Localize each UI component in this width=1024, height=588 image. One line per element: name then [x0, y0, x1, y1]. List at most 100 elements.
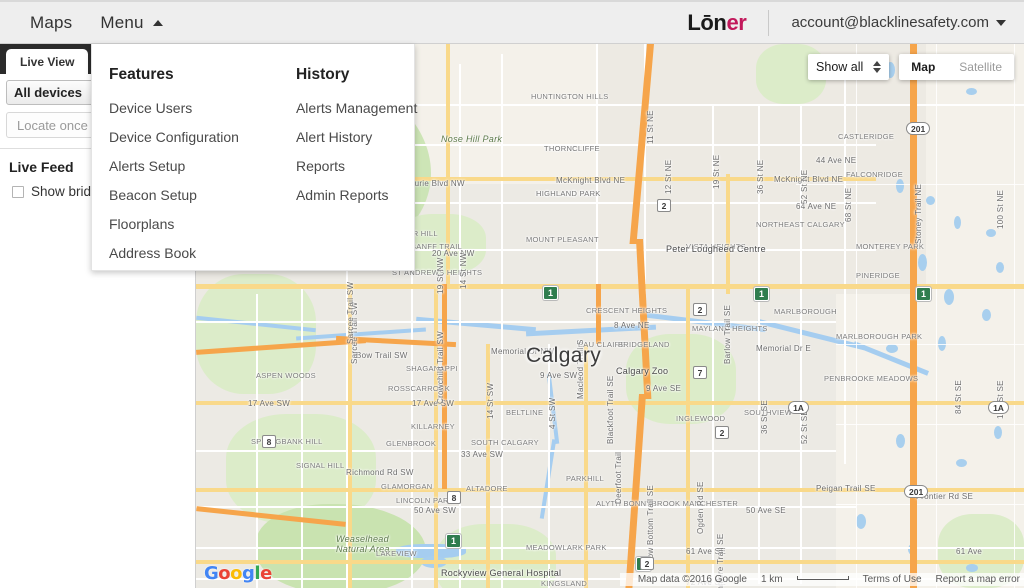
map-street-label-5: 9 Ave SE — [646, 384, 682, 393]
nav-menu-label: Menu — [100, 12, 144, 32]
map-rotated-label-10: 19 St NW — [436, 257, 445, 294]
pond-8 — [918, 254, 927, 271]
highway-1-trans-canada — [196, 284, 1024, 289]
menu-item-device-configuration[interactable]: Device Configuration — [109, 129, 239, 145]
tab-live-view[interactable]: Live View — [6, 49, 89, 74]
pond-11 — [886, 344, 898, 353]
map-rotated-label-9: 4 St SW — [548, 397, 557, 429]
map-neighbourhood-label-37: Mount Pleasant — [526, 235, 599, 244]
menu-item-alerts-setup[interactable]: Alerts Setup — [109, 158, 239, 174]
map-poi-label-0: Peter Lougheed Centre — [666, 244, 766, 254]
menu-item-reports[interactable]: Reports — [296, 158, 417, 174]
map-rotated-label-4: Blackfoot Trail SE — [606, 375, 615, 444]
highway-shield-1-3: 1 — [446, 534, 461, 548]
map-neighbourhood-label-11: Crescent Heights — [586, 306, 668, 315]
map-rotated-label-16: 68 St NE — [844, 187, 853, 222]
pond-13 — [982, 309, 991, 321]
highway-shield-1A-9: 1A — [988, 401, 1009, 414]
menu-heading-history: History — [295, 66, 350, 83]
map-rotated-label-12: 12 St NE — [664, 159, 673, 194]
road-14st-sw — [486, 344, 490, 588]
attribution-report[interactable]: Report a map error — [936, 574, 1020, 585]
street-v-6 — [596, 44, 598, 294]
map-rotated-label-18: 36 St SE — [760, 400, 769, 434]
street-h-5 — [196, 321, 836, 323]
grid-h-3 — [836, 344, 1024, 345]
map-type-map[interactable]: Map — [899, 54, 947, 80]
header-right-group: Lōn er account@blacklinesafety.com — [687, 1, 1024, 45]
map-street-label-21: Richmond Rd SW — [346, 468, 414, 477]
map-rotated-label-13: 19 St NE — [712, 154, 721, 189]
menu-column-history: History Alerts Management Alert History … — [239, 66, 417, 270]
pond-5 — [926, 196, 935, 205]
map-street-label-20: 61 Ave — [956, 547, 983, 556]
street-h-6 — [196, 450, 836, 452]
map-controls[interactable]: Show all Map Satellite — [808, 54, 1014, 80]
pond-15 — [956, 459, 967, 467]
map-neighbourhood-label-33: Kingsland — [541, 579, 588, 588]
pond-7 — [986, 229, 996, 237]
show-all-dropdown[interactable]: Show all — [808, 54, 890, 80]
map-neighbourhood-label-30: Signal Hill — [296, 461, 345, 470]
account-menu[interactable]: account@blacklinesafety.com — [791, 14, 1024, 31]
menu-item-floorplans[interactable]: Floorplans — [109, 216, 239, 232]
attribution-terms[interactable]: Terms of Use — [863, 574, 922, 585]
street-h-8 — [196, 547, 1024, 549]
logo-accent: er — [726, 9, 747, 35]
grid-v-2 — [936, 44, 937, 588]
menu-item-beacon-setup[interactable]: Beacon Setup — [109, 187, 239, 203]
menu-item-alert-history[interactable]: Alert History — [296, 129, 417, 145]
spinner-icon[interactable] — [873, 61, 882, 73]
map-neighbourhood-label-8: Marlborough — [774, 307, 837, 316]
map-rotated-label-0: Crowchild Trail SW — [436, 331, 445, 404]
map-neighbourhood-label-23: Lincoln Park — [396, 496, 455, 505]
map-neighbourhood-label-3: Northeast Calgary — [756, 220, 845, 229]
street-h-2 — [396, 144, 876, 146]
grid-v-3 — [1014, 44, 1015, 588]
attribution-scale: 1 km — [760, 574, 783, 585]
map-neighbourhood-label-16: Inglewood — [676, 414, 726, 423]
map-street-label-6: 8 Ave NE — [614, 321, 650, 330]
map-rotated-label-20: 84 St SE — [954, 380, 963, 414]
nav-maps[interactable]: Maps — [16, 1, 86, 45]
map-rotated-label-14: 36 St NE — [756, 159, 765, 194]
map-neighbourhood-label-32: Meadowlark Park — [526, 543, 607, 552]
google-logo-o2: o — [230, 563, 243, 584]
grid-h-4 — [836, 424, 1024, 425]
logo-main: Lōn — [687, 9, 727, 35]
account-email: account@blacklinesafety.com — [791, 14, 989, 31]
road-peigan-glenmore — [196, 488, 1024, 492]
map-neighbourhood-label-24: Glamorgan — [381, 482, 433, 491]
highway-shield-2-11: 2 — [693, 303, 707, 316]
map-type-satellite[interactable]: Satellite — [947, 54, 1014, 80]
show-bridges-checkbox[interactable] — [12, 185, 24, 198]
map-street-label-11: 33 Ave SW — [461, 450, 504, 459]
map-rotated-label-15: 52 St NE — [800, 169, 809, 204]
highway-shield-2-13: 2 — [640, 557, 654, 570]
road-barlow — [686, 284, 690, 588]
pond-14 — [896, 434, 905, 448]
map-type-toggle[interactable]: Map Satellite — [899, 54, 1014, 80]
map-park-label-0: Nose Hill Park — [441, 134, 503, 144]
map-neighbourhood-label-40: Highland Park — [536, 189, 601, 198]
menu-item-device-users[interactable]: Device Users — [109, 100, 239, 116]
menu-item-admin-reports[interactable]: Admin Reports — [296, 187, 417, 203]
map-attribution: Map data ©2016 Google 1 km Terms of Use … — [619, 573, 1024, 586]
pond-17 — [856, 514, 866, 529]
map-neighbourhood-label-18: South Calgary — [471, 438, 539, 447]
map-street-label-17: 50 Ave SE — [746, 506, 786, 515]
map-street-label-10: 50 Ave SW — [414, 506, 457, 515]
map-poi-label-1: Calgary Zoo — [616, 366, 669, 376]
map-rotated-label-3: Deerfoot Trail — [614, 451, 623, 504]
menu-item-alerts-management[interactable]: Alerts Management — [296, 100, 417, 116]
google-logo-g2: g — [242, 563, 255, 584]
grid-v-1 — [856, 44, 857, 588]
street-v-13 — [301, 284, 303, 588]
menu-dropdown[interactable]: Features Device Users Device Configurati… — [91, 44, 417, 271]
menu-item-address-book[interactable]: Address Book — [109, 245, 239, 261]
nav-menu[interactable]: Menu — [86, 1, 176, 45]
locate-once-button[interactable]: Locate once — [6, 112, 99, 138]
map-neighbourhood-label-15: Beltline — [506, 408, 544, 417]
pond-4 — [896, 179, 904, 193]
map-neighbourhood-label-10: Penbrooke Meadows — [824, 374, 919, 383]
